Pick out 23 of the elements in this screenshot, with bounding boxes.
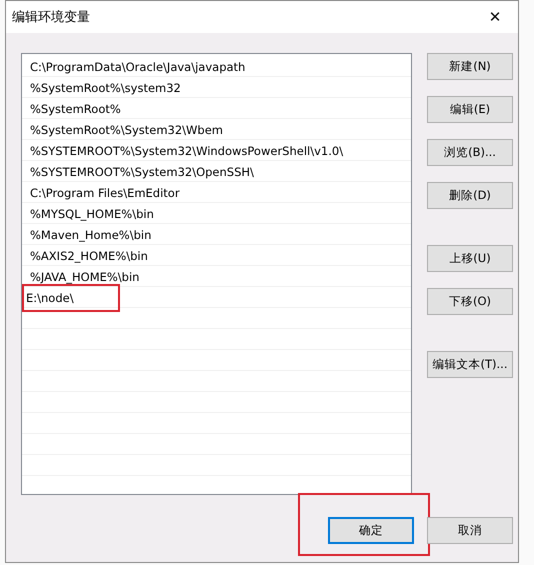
close-button[interactable]: ✕	[472, 1, 518, 33]
path-item[interactable]: %Maven_Home%\bin	[28, 226, 154, 244]
action-button[interactable]: 上移(U)	[427, 245, 513, 272]
action-button[interactable]: 下移(O)	[427, 288, 513, 315]
path-item[interactable]: %JAVA_HOME%\bin	[28, 268, 142, 286]
action-button[interactable]: 新建(N)	[427, 53, 513, 80]
action-button[interactable]: 编辑文本(T)...	[427, 351, 513, 378]
action-button[interactable]: 浏览(B)...	[427, 139, 513, 166]
path-item[interactable]: C:\ProgramData\Oracle\Java\javapath	[28, 58, 248, 76]
path-item[interactable]: %AXIS2_HOME%\bin	[28, 246, 150, 264]
path-item[interactable]: %MYSQL_HOME%\bin	[28, 204, 156, 222]
path-item[interactable]: %SYSTEMROOT%\System32\WindowsPowerShell\v1.0\	[28, 142, 346, 160]
window-title: 编辑环境变量	[12, 9, 90, 26]
path-item[interactable]: E:\node\	[24, 286, 118, 310]
ok-button[interactable]: 确定	[328, 517, 414, 544]
path-item[interactable]: %SYSTEMROOT%\System32\OpenSSH\	[28, 162, 256, 180]
path-item[interactable]: C:\Program Files\EmEditor	[28, 184, 182, 202]
path-item[interactable]: %SystemRoot%\System32\Wbem	[28, 120, 226, 138]
action-button[interactable]: 编辑(E)	[427, 96, 513, 123]
cancel-button[interactable]: 取消	[427, 517, 513, 544]
path-item[interactable]: %SystemRoot%\system32	[28, 78, 183, 96]
path-item[interactable]: %SystemRoot%	[28, 100, 123, 118]
action-button[interactable]: 删除(D)	[427, 182, 513, 209]
